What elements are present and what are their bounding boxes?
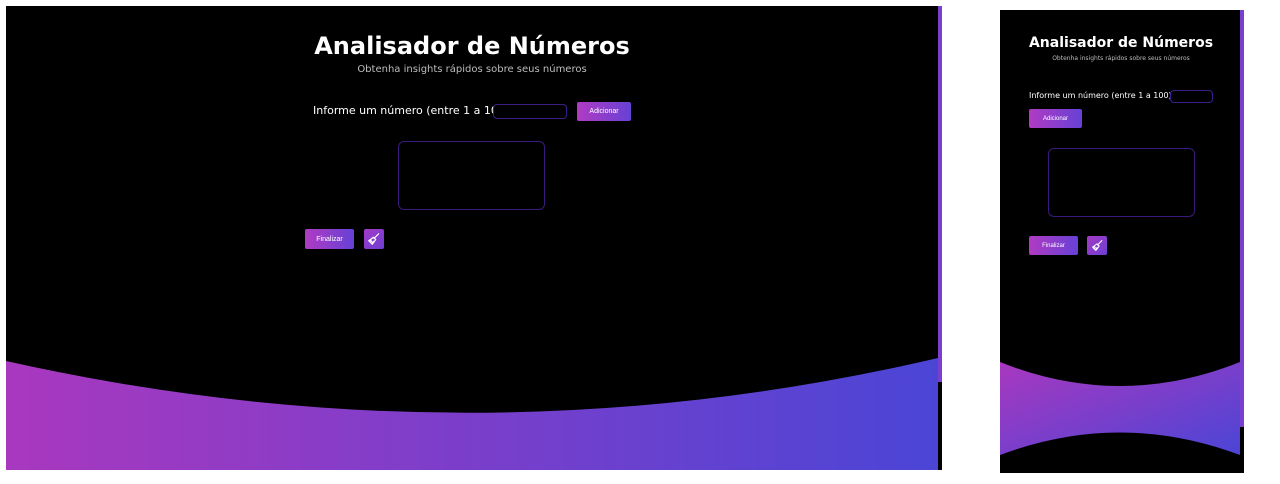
mobile-preview: Analisador de Números Obtenha insights r… bbox=[1000, 10, 1244, 473]
finish-button[interactable]: Finalizar bbox=[305, 229, 354, 249]
number-input-label-mobile: Informe um número (entre 1 a 100): bbox=[1029, 91, 1175, 100]
broom-icon bbox=[1091, 240, 1102, 251]
page-title: Analisador de Números bbox=[314, 32, 630, 60]
page-subtitle: Obtenha insights rápidos sobre seus núme… bbox=[357, 64, 587, 75]
page-subtitle-mobile: Obtenha insights rápidos sobre seus núme… bbox=[1052, 55, 1190, 62]
page-title-mobile: Analisador de Números bbox=[1028, 35, 1214, 51]
number-input[interactable] bbox=[493, 104, 567, 119]
add-button-mobile[interactable]: Adicionar bbox=[1029, 109, 1082, 128]
clear-button-mobile[interactable] bbox=[1087, 236, 1107, 255]
results-box-mobile bbox=[1048, 148, 1195, 217]
number-input-label: Informe um número (entre 1 a 100): bbox=[313, 104, 513, 117]
add-button[interactable]: Adicionar bbox=[577, 102, 631, 121]
clear-button[interactable] bbox=[364, 229, 384, 249]
results-box bbox=[398, 141, 545, 210]
number-input-mobile[interactable] bbox=[1170, 90, 1213, 103]
desktop-preview: Analisador de Números Obtenha insights r… bbox=[6, 6, 942, 470]
finish-button-mobile[interactable]: Finalizar bbox=[1029, 236, 1078, 255]
broom-icon bbox=[368, 233, 380, 245]
bottom-wave bbox=[6, 358, 938, 470]
